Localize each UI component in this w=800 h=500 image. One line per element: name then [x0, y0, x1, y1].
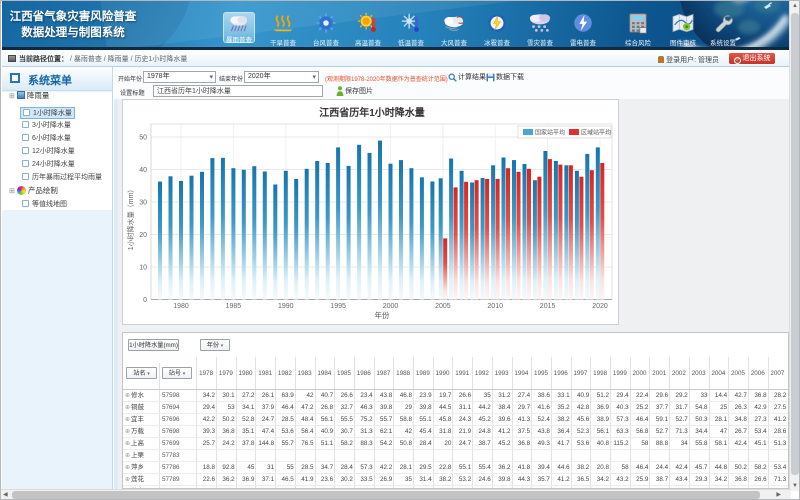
svg-text:30: 30: [139, 200, 147, 207]
svg-text:50: 50: [139, 135, 147, 142]
svg-text:2020: 2020: [592, 303, 608, 310]
svg-text:0: 0: [143, 297, 147, 304]
svg-text:1985: 1985: [226, 303, 242, 310]
svg-text:年份: 年份: [375, 310, 390, 320]
svg-text:2015: 2015: [540, 303, 556, 310]
svg-text:20: 20: [139, 232, 147, 239]
svg-text:40: 40: [139, 167, 147, 174]
svg-text:2005: 2005: [435, 303, 451, 310]
svg-text:10: 10: [139, 265, 147, 272]
svg-text:江西省历年1小时降水量: 江西省历年1小时降水量: [319, 106, 425, 119]
svg-text:1980: 1980: [173, 303, 189, 310]
svg-text:2010: 2010: [487, 303, 503, 310]
svg-text:区域站平均: 区域站平均: [581, 129, 611, 137]
svg-text:2000: 2000: [383, 303, 399, 310]
svg-text:国家站平均: 国家站平均: [535, 129, 565, 137]
svg-text:1995: 1995: [330, 303, 346, 310]
svg-text:1小时降水量（mm）: 1小时降水量（mm）: [126, 186, 135, 251]
svg-text:1990: 1990: [278, 303, 294, 310]
